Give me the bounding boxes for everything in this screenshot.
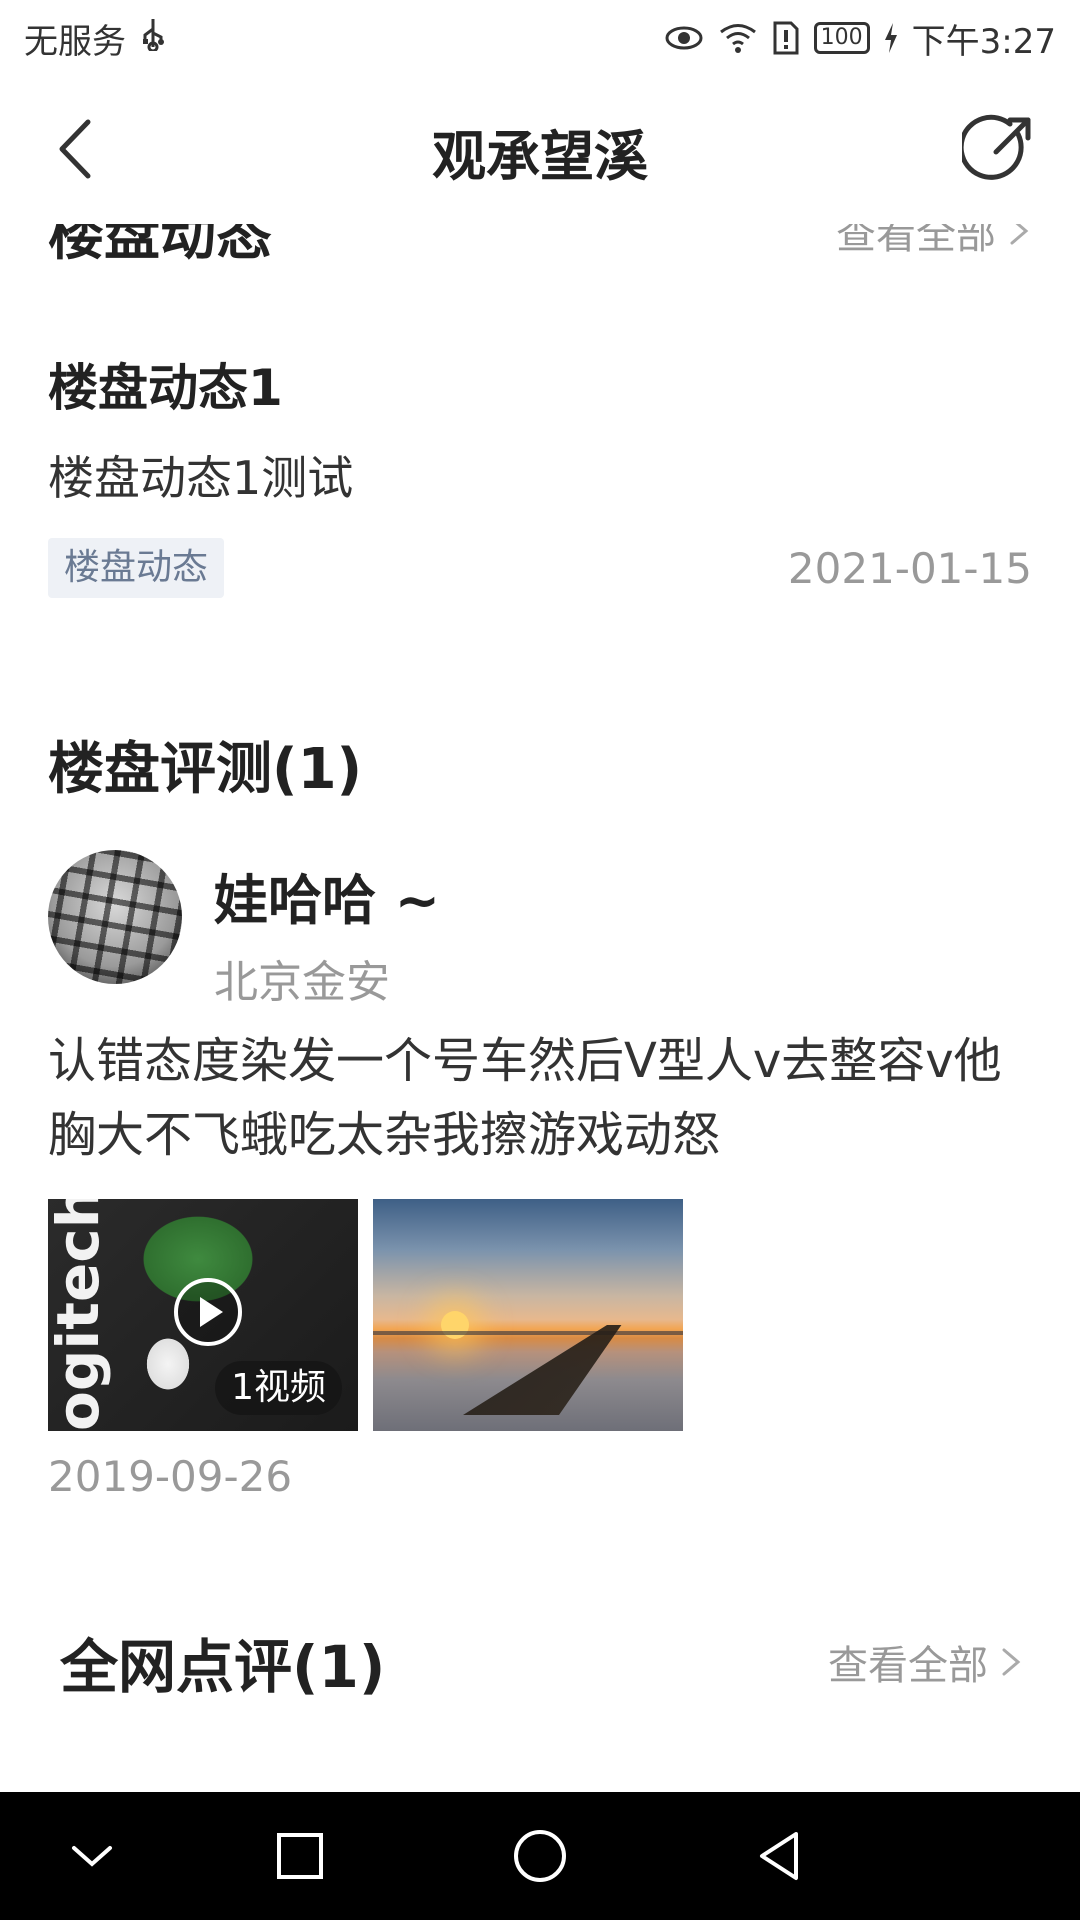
news-item-tag: 楼盘动态 bbox=[48, 538, 225, 598]
review-section-title: 楼盘评测(1) bbox=[48, 737, 363, 802]
comments-see-all-link[interactable]: 查看全部 bbox=[828, 1633, 1024, 1691]
review-text: 认错态度染发一个号车然后V型人v去整容v他胸大不飞蛾吃太杂我擦游戏动怒 bbox=[48, 1033, 1002, 1163]
recent-apps-button[interactable] bbox=[268, 1824, 332, 1888]
comments-section-header: 全网点评(1) 查看全部 bbox=[60, 1620, 1024, 1704]
comments-section-title: 全网点评(1) bbox=[60, 1633, 386, 1701]
battery-icon: 100 bbox=[813, 22, 870, 54]
clock-text: 下午3:27 bbox=[911, 21, 1056, 62]
carrier-text: 无服务 bbox=[24, 21, 126, 62]
page-title: 观承望溪 bbox=[432, 125, 648, 188]
news-section-title: 楼盘动态 bbox=[48, 224, 272, 268]
news-see-all-link[interactable]: 查看全部 bbox=[836, 224, 1032, 260]
news-item-title: 楼盘动态1 bbox=[48, 359, 283, 417]
circle-home-icon bbox=[514, 1830, 566, 1882]
square-recent-icon bbox=[277, 1833, 323, 1879]
news-item-date: 2021-01-15 bbox=[787, 544, 1032, 593]
news-section-header: 楼盘动态 查看全部 bbox=[48, 224, 1032, 271]
share-icon bbox=[958, 114, 1031, 180]
charging-icon bbox=[884, 23, 898, 53]
eye-icon bbox=[664, 23, 704, 53]
usb-icon bbox=[140, 17, 166, 60]
share-button[interactable] bbox=[958, 112, 1036, 186]
chevron-down-icon bbox=[72, 1846, 112, 1867]
sim-alert-icon bbox=[772, 21, 800, 55]
see-all-label: 查看全部 bbox=[828, 1643, 988, 1689]
triangle-back-icon bbox=[760, 1832, 798, 1880]
navigation-header: 观承望溪 bbox=[0, 76, 1080, 224]
chevron-right-icon bbox=[1010, 224, 1029, 244]
review-section-header: 楼盘评测(1) bbox=[48, 724, 1032, 805]
play-icon bbox=[174, 1278, 242, 1346]
system-navigation-bar bbox=[0, 1792, 1080, 1920]
news-item-desc: 楼盘动态1测试 bbox=[48, 451, 354, 505]
avatar[interactable] bbox=[48, 850, 182, 984]
video-logo-text: ogitech bbox=[48, 1199, 112, 1431]
review-photo-thumbnail[interactable] bbox=[373, 1199, 683, 1431]
reviewer-name: 娃哈哈 ~ bbox=[214, 869, 441, 932]
review-date: 2019-09-26 bbox=[48, 1452, 293, 1501]
content-scroll[interactable]: 楼盘动态 查看全部 楼盘动态1 楼盘动态1测试 楼盘动态 2021-01-15 … bbox=[0, 224, 1080, 1792]
status-bar: 无服务 100 下午3:27 bbox=[0, 0, 1080, 76]
chevron-right-icon bbox=[1002, 1648, 1021, 1676]
wifi-icon bbox=[718, 22, 758, 54]
video-count-badge: 1视频 bbox=[215, 1361, 342, 1415]
see-all-label: 查看全部 bbox=[836, 224, 996, 258]
screen: 无服务 100 下午3:27 观承望溪 楼盘动态 查看全部 楼盘动态1 楼盘动态… bbox=[0, 0, 1080, 1920]
hide-nav-button[interactable] bbox=[60, 1824, 124, 1888]
review-video-thumbnail[interactable]: ogitech 1视频 bbox=[48, 1199, 358, 1431]
home-button[interactable] bbox=[508, 1824, 572, 1888]
system-back-button[interactable] bbox=[748, 1824, 812, 1888]
reviewer-location: 北京金安 bbox=[214, 957, 390, 1008]
